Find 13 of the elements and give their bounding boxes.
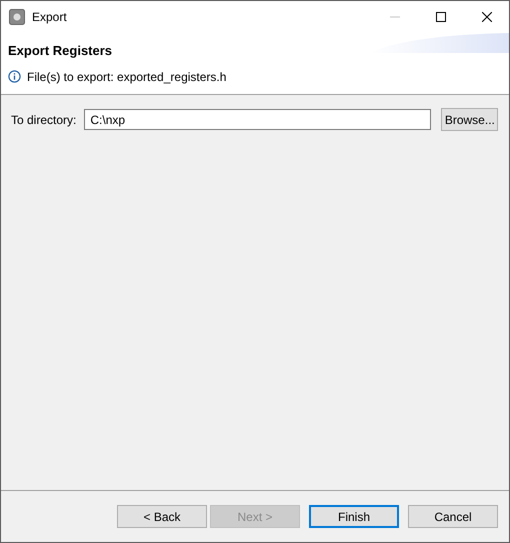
window-title: Export [32,9,67,26]
close-icon[interactable] [482,12,492,22]
info-icon [8,70,21,83]
wizard-button[interactable]: < Back [117,505,207,528]
maximize-icon[interactable] [436,12,446,22]
browse-button[interactable]: Browse... [441,108,498,131]
info-message: File(s) to export: exported_registers.h [27,68,226,86]
directory-label: To directory: [11,112,76,128]
page-title: Export Registers [8,42,112,60]
wizard-button[interactable]: Finish [309,505,399,528]
wizard-button[interactable]: Cancel [408,505,498,528]
app-icon [9,9,25,25]
directory-field[interactable]: C:\nxp [84,109,432,130]
